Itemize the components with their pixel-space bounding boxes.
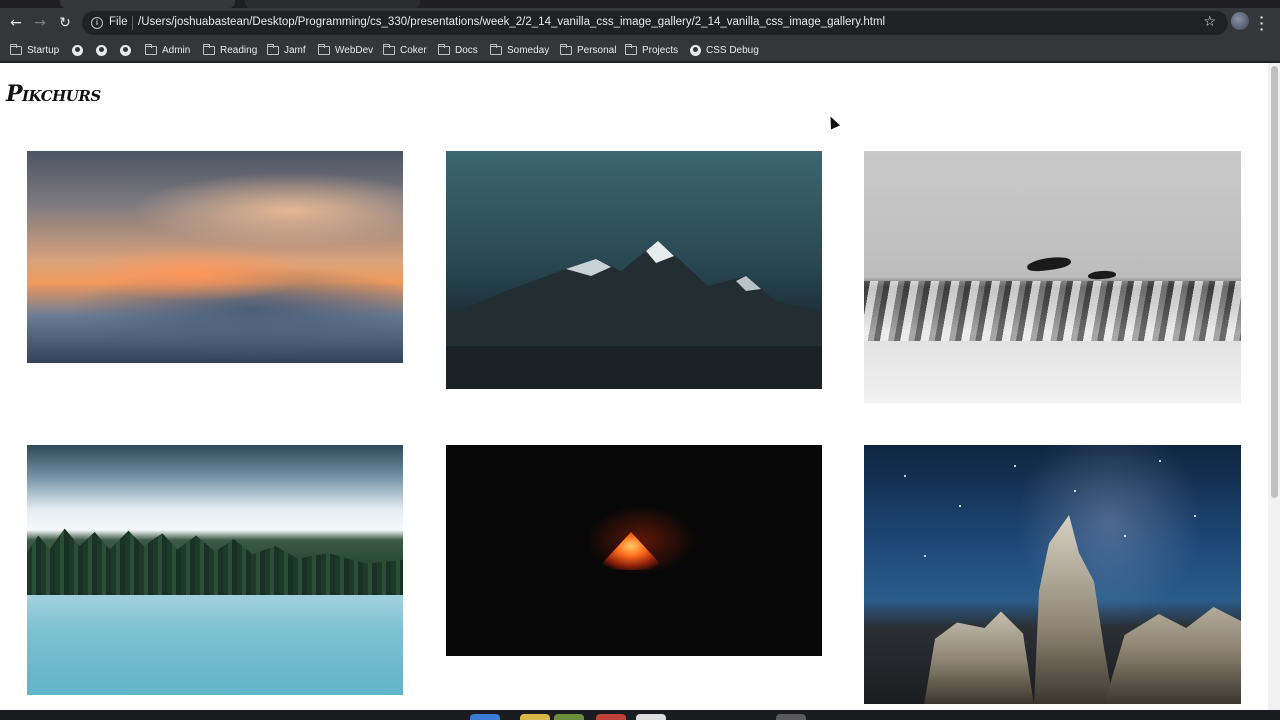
globe-icon [690, 44, 701, 56]
url-text[interactable]: /Users/joshuabastean/Desktop/Programming… [138, 16, 885, 28]
gallery-image-forest-lake[interactable] [27, 445, 403, 695]
dolphin-shape [1026, 254, 1072, 274]
folder-icon [437, 43, 450, 55]
bookmark-site-2[interactable] [96, 42, 112, 58]
browser-toolbar: ← → ↻ i File /Users/joshuabastean/Deskto… [0, 8, 1280, 38]
star [924, 555, 926, 557]
star [904, 475, 906, 477]
mouse-cursor-icon [825, 114, 841, 130]
folder-icon [624, 43, 637, 55]
star [1194, 515, 1196, 517]
tab-active[interactable] [60, 0, 235, 8]
bookmark-projects[interactable]: Projects [624, 42, 679, 58]
folder-icon [382, 43, 395, 55]
mountain-silhouette [446, 241, 822, 389]
bookmark-label: Startup [27, 44, 60, 56]
star [1124, 535, 1126, 537]
bookmark-label: WebDev [335, 44, 374, 56]
dock-app-icon[interactable] [636, 714, 666, 720]
bookmark-reading[interactable]: Reading [202, 42, 258, 58]
rock-formation [1104, 607, 1241, 704]
rock-formation [924, 611, 1034, 704]
dock-app-icon[interactable] [470, 714, 500, 720]
profile-avatar-icon[interactable] [1231, 12, 1249, 30]
star [959, 505, 961, 507]
bookmark-someday[interactable]: Someday [489, 42, 550, 58]
forward-arrow-icon[interactable]: → [31, 14, 49, 32]
dock-app-icon[interactable] [776, 714, 806, 720]
star [1159, 460, 1161, 462]
address-divider [132, 16, 133, 30]
gallery-image-volcano[interactable] [446, 445, 822, 656]
gallery-image-night-sky-rocks[interactable] [864, 445, 1241, 704]
bookmark-label: Reading [220, 44, 258, 56]
folder-icon [266, 43, 279, 55]
star [1074, 490, 1076, 492]
folder-icon [489, 43, 502, 55]
bookmark-label: CSS Debug [706, 44, 759, 56]
bookmark-site-1[interactable] [72, 42, 88, 58]
bookmark-webdev[interactable]: WebDev [317, 42, 374, 58]
gallery-image-mountain-peaks[interactable] [446, 151, 822, 389]
back-arrow-icon[interactable]: ← [7, 14, 25, 32]
site-brand-title: Pikchurs [6, 81, 101, 107]
dock-app-icon[interactable] [596, 714, 626, 720]
folder-icon [9, 43, 22, 55]
page-viewport: Pikchurs [0, 63, 1268, 710]
bookmarks-bar: Startup Admin Reading Jamf WebDev Coker … [0, 38, 1280, 62]
bookmark-coker[interactable]: Coker [382, 42, 427, 58]
globe-icon [72, 44, 83, 56]
bookmark-jamf[interactable]: Jamf [266, 42, 306, 58]
dock-app-icon[interactable] [520, 714, 550, 720]
gallery-image-dolphins[interactable] [864, 151, 1241, 403]
bookmark-label: Personal [577, 44, 617, 56]
bookmark-label: Docs [455, 44, 478, 56]
gallery-image-sunset-clouds[interactable] [27, 151, 403, 363]
bookmark-admin[interactable]: Admin [144, 42, 191, 58]
bookmark-personal[interactable]: Personal [559, 42, 617, 58]
page-scrollbar-thumb[interactable] [1271, 66, 1278, 498]
bookmark-label: Jamf [284, 44, 306, 56]
bookmark-label: Coker [400, 44, 427, 56]
tab-inactive[interactable] [245, 0, 420, 8]
menu-dots-icon[interactable]: · · · [1258, 10, 1266, 36]
folder-icon [317, 43, 330, 55]
reload-icon[interactable]: ↻ [56, 14, 74, 32]
url-scheme-label: File [109, 16, 128, 28]
dock-app-icon[interactable] [554, 714, 584, 720]
bookmark-label: Admin [162, 44, 191, 56]
bookmark-label: Projects [642, 44, 679, 56]
folder-icon [202, 43, 215, 55]
bookmark-star-icon[interactable]: ☆ [1203, 14, 1216, 30]
bookmark-site-3[interactable] [120, 42, 136, 58]
star [1014, 465, 1016, 467]
bookmark-startup[interactable]: Startup [9, 42, 60, 58]
tab-strip [0, 0, 1280, 8]
bookmark-label: Someday [507, 44, 550, 56]
bookmark-docs[interactable]: Docs [437, 42, 478, 58]
bookmark-css-debug[interactable]: CSS Debug [690, 42, 759, 58]
info-icon[interactable]: i [91, 17, 103, 29]
globe-icon [96, 44, 107, 56]
ocean-wave [864, 281, 1241, 341]
dolphin-shape [1087, 270, 1117, 280]
folder-icon [144, 43, 157, 55]
globe-icon [120, 44, 131, 56]
address-bar[interactable]: i File /Users/joshuabastean/Desktop/Prog… [82, 11, 1228, 35]
folder-icon [559, 43, 572, 55]
tree-line [27, 528, 403, 595]
